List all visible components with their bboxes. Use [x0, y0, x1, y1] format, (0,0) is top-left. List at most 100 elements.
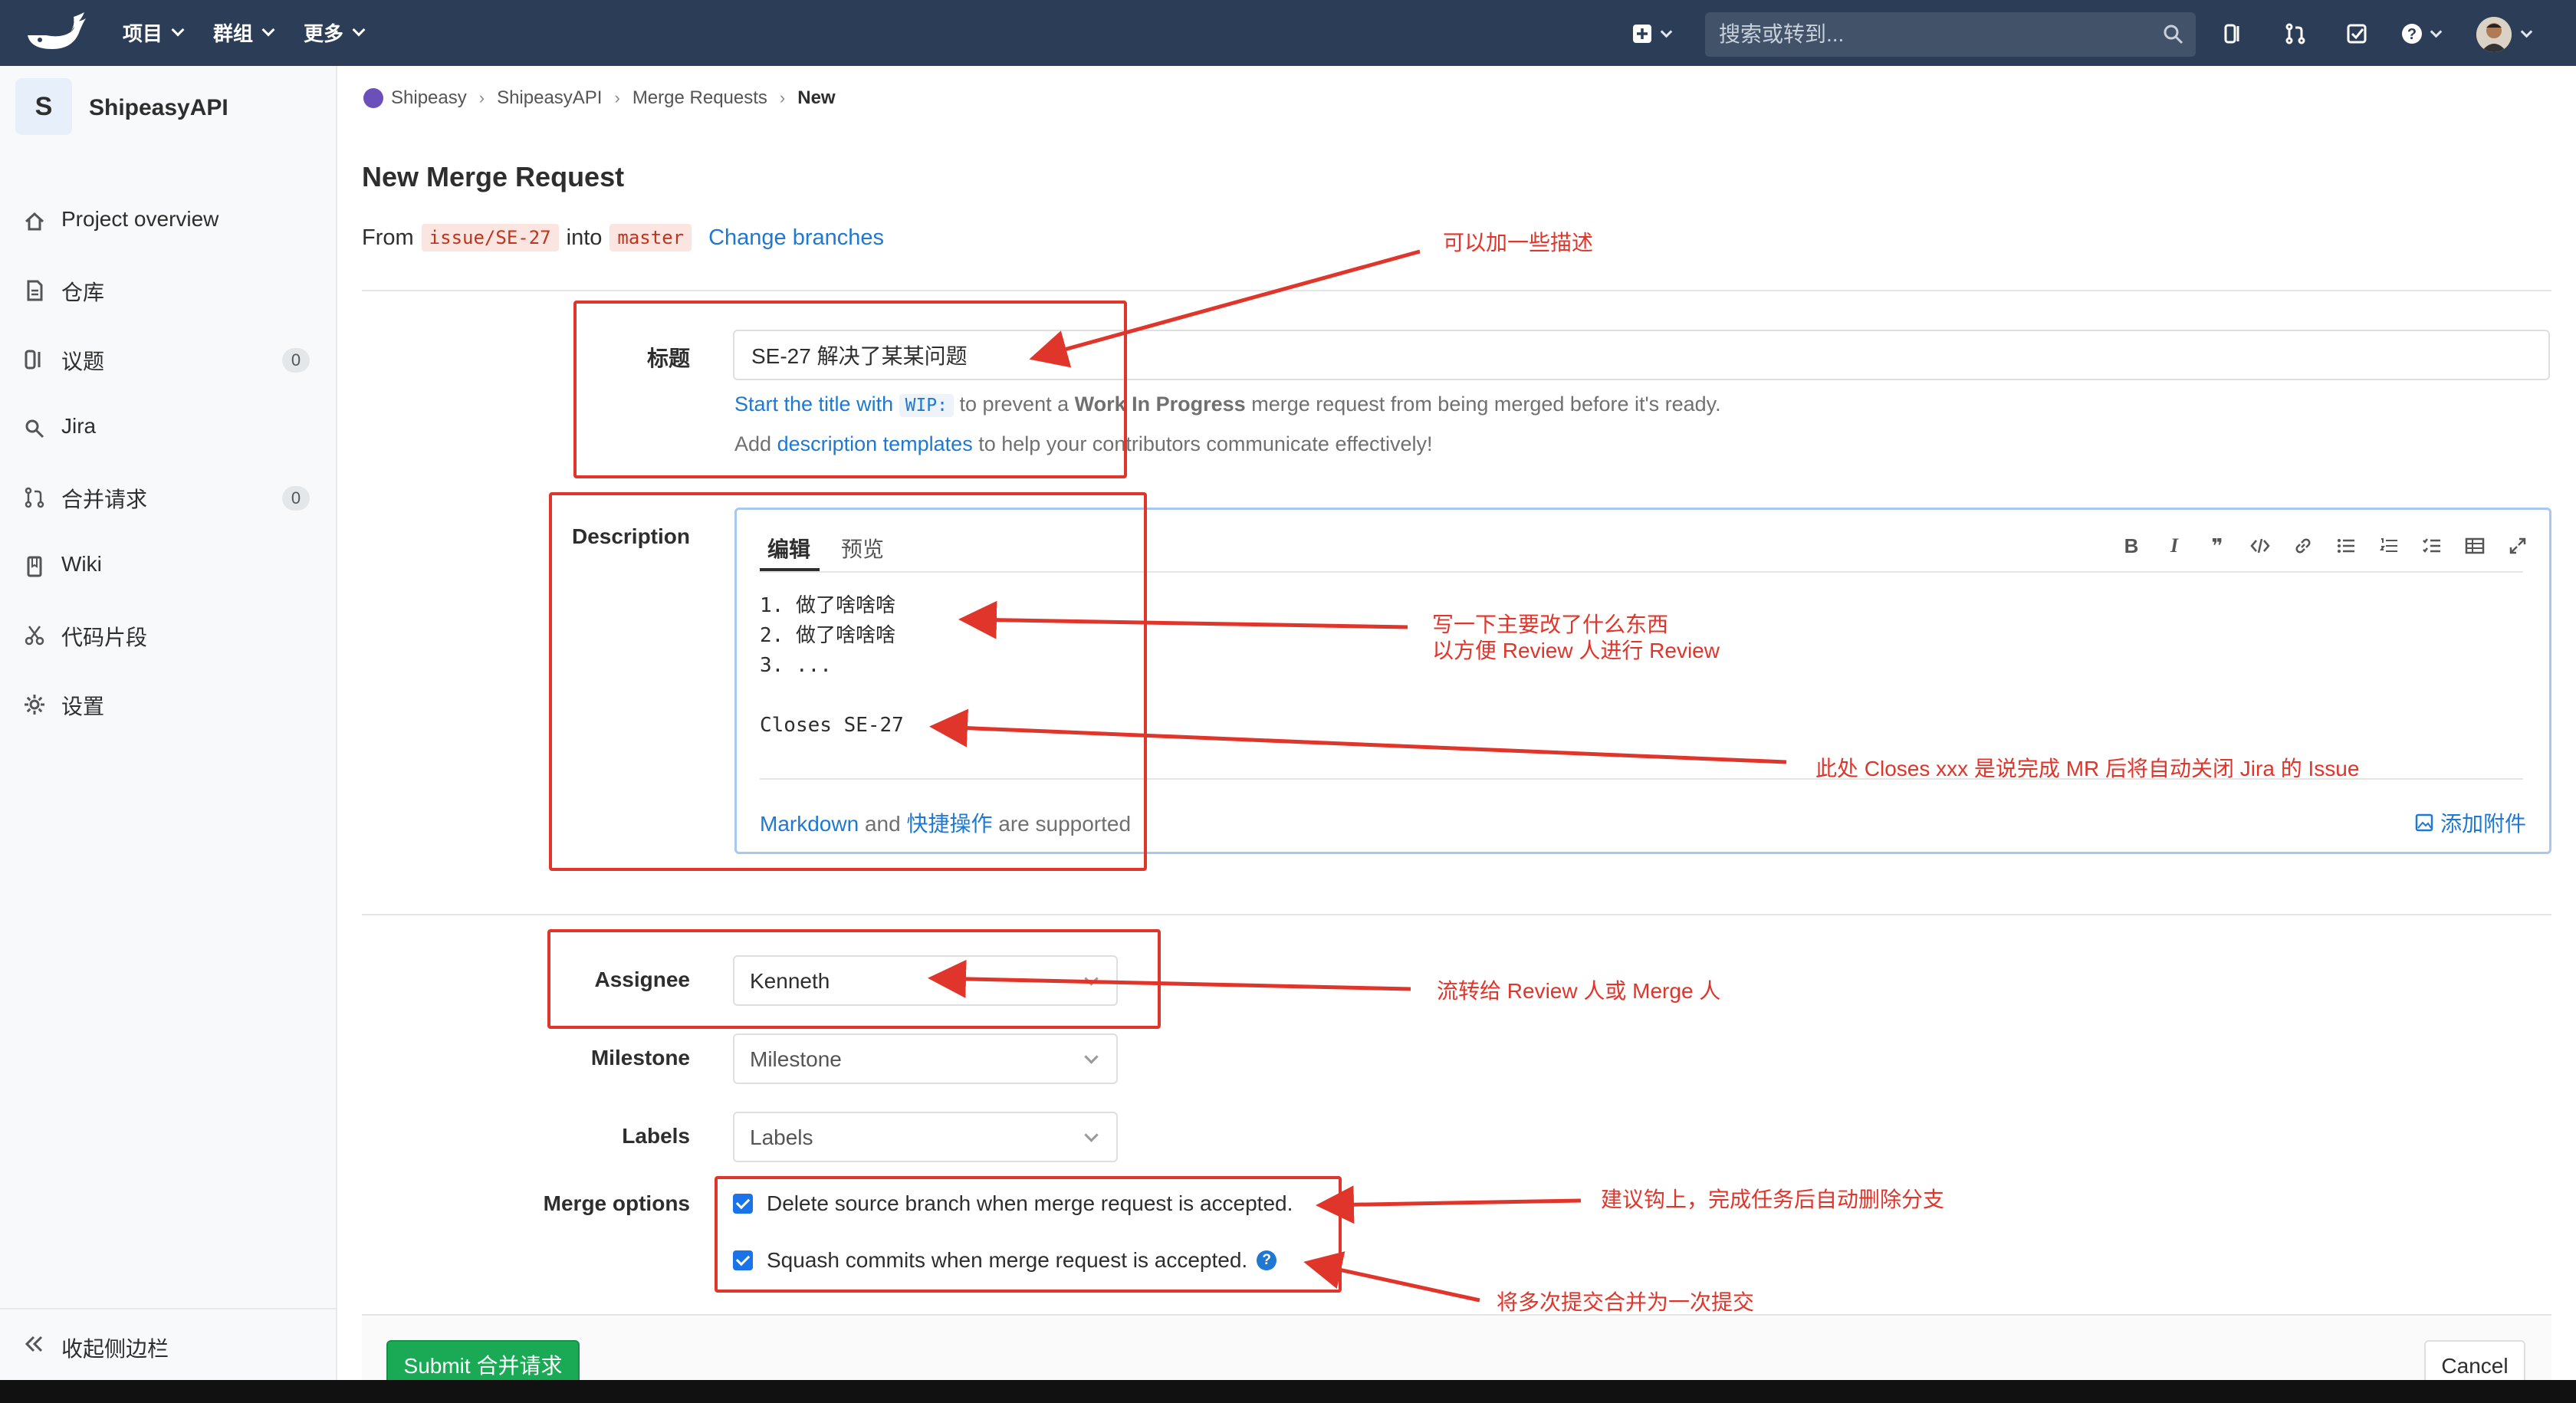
fullscreen-icon: [2509, 537, 2526, 554]
attach-file-button[interactable]: 添加附件: [2414, 807, 2526, 838]
quote-button[interactable]: ❞: [2204, 533, 2230, 559]
annotation-title-note: 可以加一些描述: [1443, 231, 1594, 255]
sidebar-item-label: 议题: [61, 350, 105, 373]
italic-button[interactable]: I: [2161, 533, 2187, 559]
breadcrumb-merge-requests[interactable]: Merge Requests: [632, 87, 767, 109]
merge-request-icon: [25, 487, 44, 508]
annotation-box-description: [549, 492, 1147, 871]
breadcrumb-current: New: [797, 87, 836, 108]
sidebar-item-snippets[interactable]: 代码片段: [0, 604, 336, 665]
annotation-description-note-2: 以方便 Review 人进行 Review: [1432, 639, 1720, 662]
user-avatar[interactable]: [2476, 17, 2512, 52]
task-list-button[interactable]: [2419, 533, 2445, 559]
issues-icon: [25, 350, 41, 370]
chevron-down-icon: [352, 23, 366, 36]
table-icon: [2465, 537, 2485, 554]
milestone-label: Milestone: [590, 1046, 690, 1070]
annotation-assignee-note: 流转给 Review 人或 Merge 人: [1437, 979, 1721, 1003]
help-button[interactable]: ?: [2397, 18, 2427, 49]
chevron-down-icon: [1084, 1050, 1099, 1064]
sidebar-item-repository[interactable]: 仓库: [0, 259, 336, 320]
task-list-icon: [2423, 538, 2440, 553]
annotation-box-assignee: [547, 929, 1161, 1029]
labels-label: Labels: [622, 1124, 690, 1148]
labels-value: Labels: [750, 1125, 813, 1149]
annotation-closes-note: 此处 Closes xxx 是说完成 MR 后将自动关闭 Jira 的 Issu…: [1815, 757, 2360, 780]
search-input[interactable]: [1705, 12, 2157, 57]
groups-menu[interactable]: 群组: [213, 18, 275, 47]
collapse-sidebar-button[interactable]: 收起侧边栏: [0, 1308, 336, 1380]
snippets-icon: [25, 626, 44, 646]
sidebar-item-wiki[interactable]: Wiki: [0, 535, 336, 596]
into-label: into: [566, 225, 603, 250]
jira-icon: [25, 419, 44, 439]
issues-nav-button[interactable]: [2219, 18, 2249, 49]
breadcrumb-group[interactable]: Shipeasy: [391, 87, 467, 109]
link-icon: [2295, 538, 2311, 554]
divider: [362, 290, 2551, 291]
more-menu[interactable]: 更多: [304, 18, 366, 47]
projects-menu[interactable]: 项目: [123, 18, 185, 47]
svg-text:?: ?: [2407, 26, 2417, 43]
image-file-icon: [2415, 813, 2433, 832]
milestone-select[interactable]: Milestone: [733, 1033, 1118, 1084]
code-icon: [2250, 538, 2270, 554]
code-button[interactable]: [2247, 533, 2273, 559]
from-label: From: [362, 225, 414, 250]
bold-button[interactable]: B: [2118, 533, 2144, 559]
link-button[interactable]: [2290, 533, 2316, 559]
double-chevron-left-icon: [25, 1336, 43, 1352]
project-name[interactable]: ShipeasyAPI: [89, 95, 228, 121]
merge-requests-nav-button[interactable]: [2280, 18, 2311, 49]
labels-select[interactable]: Labels: [733, 1112, 1118, 1162]
todos-nav-button[interactable]: [2341, 18, 2372, 49]
table-button[interactable]: [2462, 533, 2488, 559]
annotation-box-title: [573, 301, 1127, 478]
new-item-button[interactable]: [1627, 18, 1658, 49]
project-avatar[interactable]: S: [15, 78, 72, 135]
fullscreen-button[interactable]: [2505, 533, 2531, 559]
whale-logo-icon[interactable]: [23, 9, 87, 57]
repository-icon: [27, 280, 43, 301]
sidebar-item-label: Wiki: [61, 552, 102, 576]
target-branch: master: [610, 224, 692, 251]
home-icon: [25, 212, 44, 231]
sidebar-item-issues[interactable]: 议题 0: [0, 328, 336, 389]
plus-square-icon: [1633, 25, 1651, 43]
sidebar-item-jira[interactable]: Jira: [0, 397, 336, 458]
issues-count-badge: 0: [282, 348, 310, 373]
merge-requests-count-badge: 0: [282, 486, 310, 511]
breadcrumb-separator-icon: ›: [779, 88, 786, 107]
chevron-down-icon: [171, 23, 185, 36]
help-icon: ?: [2402, 24, 2422, 44]
merge-request-icon: [2285, 23, 2305, 44]
source-branch: issue/SE-27: [421, 224, 559, 251]
merge-options-label: Merge options: [543, 1191, 690, 1215]
chevron-down-icon: [1084, 1128, 1099, 1142]
breadcrumb: Shipeasy › ShipeasyAPI › Merge Requests …: [363, 87, 836, 109]
groups-menu-label: 群组: [213, 22, 254, 45]
change-branches-link[interactable]: Change branches: [708, 225, 884, 251]
sidebar-item-label: 合并请求: [61, 488, 148, 511]
breadcrumb-project[interactable]: ShipeasyAPI: [497, 87, 602, 109]
sidebar-item-label: 仓库: [61, 281, 105, 304]
sidebar: S ShipeasyAPI Project overview 仓库 议题 0 J…: [0, 66, 337, 1380]
sidebar-item-merge-requests[interactable]: 合并请求 0: [0, 466, 336, 527]
bold-icon: B: [2124, 534, 2139, 557]
chevron-down-icon: [261, 23, 275, 36]
sidebar-item-project-overview[interactable]: Project overview: [0, 190, 336, 251]
bullet-list-button[interactable]: [2333, 533, 2359, 559]
user-portrait-icon: [2476, 17, 2512, 52]
sidebar-item-settings[interactable]: 设置: [0, 673, 336, 734]
numbered-list-icon: [2380, 538, 2397, 552]
wiki-icon: [27, 556, 42, 577]
settings-icon: [25, 695, 44, 715]
search-box[interactable]: [1705, 12, 2196, 57]
wip-hint-end: merge request from being merged before i…: [1251, 393, 1721, 416]
numbered-list-button[interactable]: [2376, 533, 2402, 559]
top-navbar: 项目 群组 更多 ?: [0, 0, 2576, 66]
more-menu-label: 更多: [304, 22, 344, 45]
quote-icon: ❞: [2211, 534, 2223, 557]
annotation-box-merge-options: [715, 1176, 1342, 1293]
italic-icon: I: [2170, 534, 2179, 557]
